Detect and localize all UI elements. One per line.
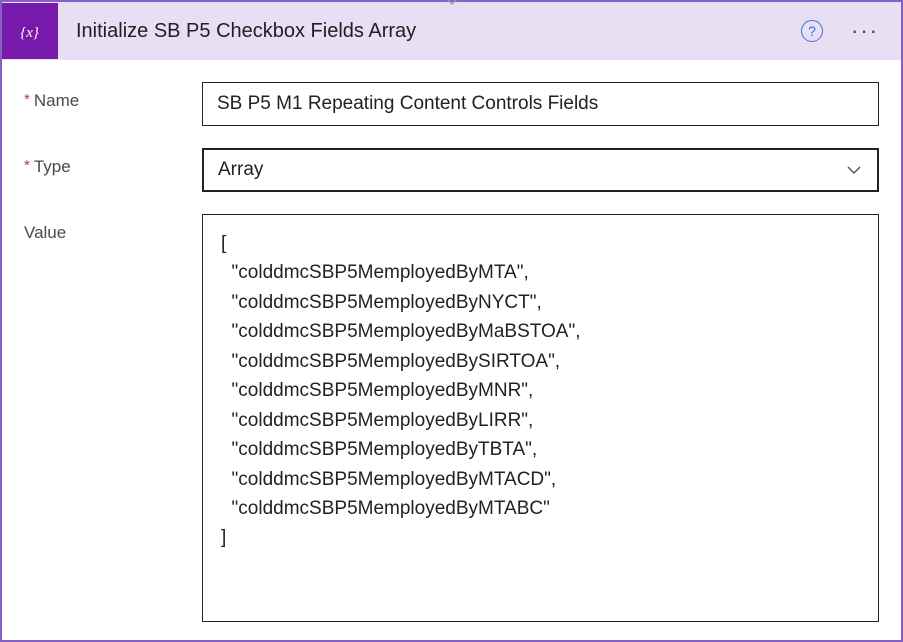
required-indicator: * xyxy=(24,91,30,108)
type-select[interactable]: Array xyxy=(202,148,879,192)
action-title: Initialize SB P5 Checkbox Fields Array xyxy=(76,20,801,43)
name-field-row: *Name xyxy=(24,82,879,126)
type-label: *Type xyxy=(24,148,202,177)
variable-icon: {x} xyxy=(2,3,58,59)
name-label: *Name xyxy=(24,82,202,111)
type-field-row: *Type Array xyxy=(24,148,879,192)
card-header: {x} Initialize SB P5 Checkbox Fields Arr… xyxy=(2,2,901,60)
type-select-value: Array xyxy=(218,159,263,181)
svg-text:{x}: {x} xyxy=(20,25,39,41)
required-indicator: * xyxy=(24,157,30,174)
value-label: Value xyxy=(24,214,202,243)
help-icon[interactable]: ? xyxy=(801,20,823,42)
connector-top-icon xyxy=(443,0,461,9)
more-menu-icon[interactable]: ··· xyxy=(851,20,879,42)
card-body: *Name *Type Array Value [ "colddmcSBP5Me… xyxy=(2,60,901,640)
chevron-down-icon xyxy=(845,161,863,179)
value-field-row: Value [ "colddmcSBP5MemployedByMTA", "co… xyxy=(24,214,879,622)
value-textarea[interactable]: [ "colddmcSBP5MemployedByMTA", "colddmcS… xyxy=(202,214,879,622)
action-card: {x} Initialize SB P5 Checkbox Fields Arr… xyxy=(0,0,903,642)
name-input[interactable] xyxy=(202,82,879,126)
header-actions: ? ··· xyxy=(801,20,901,42)
